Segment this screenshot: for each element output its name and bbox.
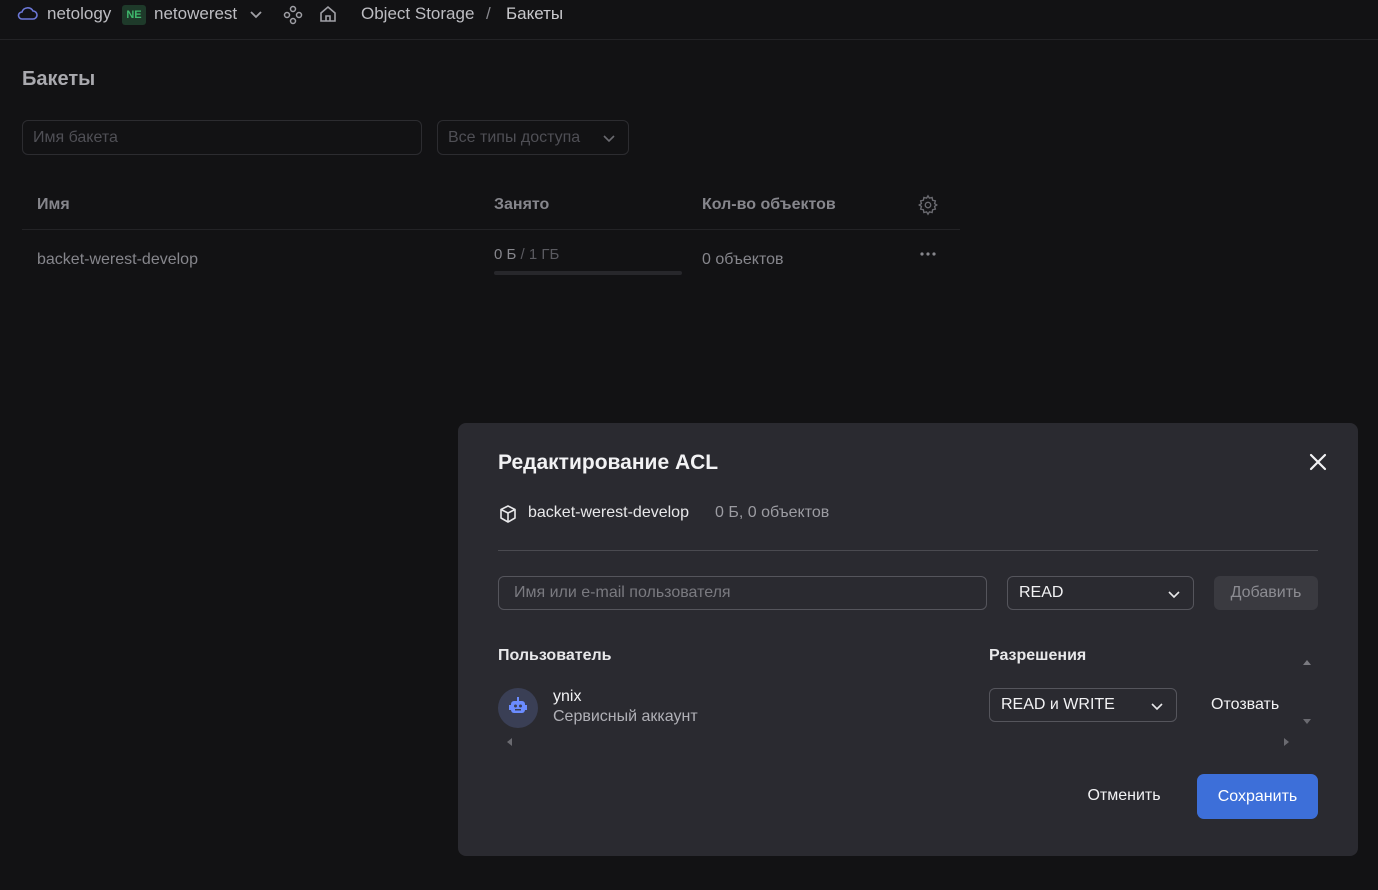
- acl-edit-dialog: Редактирование ACL backet-werest-develop…: [458, 423, 1358, 856]
- table-divider: [22, 229, 960, 230]
- cloud-badge: NE: [122, 5, 146, 25]
- sort-down-icon[interactable]: [1302, 712, 1312, 730]
- more-icon[interactable]: [918, 246, 938, 267]
- scroll-right-icon[interactable]: [1284, 734, 1290, 752]
- org-name[interactable]: netology: [47, 4, 111, 24]
- top-bar: netology NE netowerest Object Storage / …: [0, 0, 1378, 40]
- column-header-permissions: Разрешения: [989, 647, 1087, 664]
- gear-icon[interactable]: [917, 194, 939, 221]
- revoke-button[interactable]: Отозвать: [1211, 696, 1279, 714]
- scroll-left-icon[interactable]: [506, 734, 512, 752]
- bucket-objects-cell: 0 объектов: [702, 251, 784, 268]
- home-icon[interactable]: [318, 4, 338, 24]
- cloud-icon[interactable]: [16, 5, 38, 23]
- chevron-down-icon: [1150, 699, 1164, 718]
- services-icon[interactable]: [283, 5, 303, 25]
- chevron-down-icon: [602, 131, 616, 150]
- acl-permission-value: READ и WRITE: [1001, 696, 1115, 713]
- breadcrumb-object-storage[interactable]: Object Storage: [361, 4, 474, 24]
- breadcrumb-buckets: Бакеты: [506, 4, 564, 23]
- permission-select-value: READ: [1019, 584, 1064, 601]
- quota-value: / 1 ГБ: [516, 246, 560, 263]
- close-icon[interactable]: [1308, 452, 1328, 472]
- dialog-bucket-meta: 0 Б, 0 объектов: [715, 504, 830, 521]
- page-title: Бакеты: [22, 68, 96, 90]
- bucket-used-cell: 0 Б / 1 ГБ: [494, 246, 559, 263]
- dialog-bucket-name: backet-werest-develop: [528, 504, 689, 521]
- used-value: 0 Б: [494, 246, 517, 263]
- column-header-name[interactable]: Имя: [37, 196, 70, 214]
- column-header-user: Пользователь: [498, 647, 612, 664]
- dialog-divider: [498, 550, 1318, 551]
- usage-progress-bar: [494, 271, 682, 275]
- dialog-title: Редактирование ACL: [498, 451, 719, 474]
- save-button[interactable]: Сохранить: [1197, 774, 1318, 819]
- sort-up-icon[interactable]: [1302, 652, 1312, 670]
- breadcrumb-separator: /: [486, 4, 491, 23]
- bucket-search-input[interactable]: [22, 120, 422, 155]
- cloud-name[interactable]: netowerest: [154, 4, 237, 24]
- chevron-down-icon[interactable]: [248, 7, 264, 23]
- chevron-down-icon: [1167, 587, 1181, 606]
- acl-permission-select[interactable]: READ и WRITE: [989, 688, 1177, 722]
- column-header-used[interactable]: Занято: [494, 196, 549, 214]
- robot-icon: [507, 695, 529, 722]
- bucket-icon: [498, 504, 518, 529]
- user-search-input[interactable]: [498, 576, 987, 610]
- avatar: [498, 688, 538, 728]
- bucket-name-cell[interactable]: backet-werest-develop: [37, 251, 198, 269]
- access-type-select-label: Все типы доступа: [448, 128, 581, 146]
- cancel-button[interactable]: Отменить: [1070, 774, 1178, 818]
- acl-user-role: Сервисный аккаунт: [553, 708, 698, 725]
- permission-select[interactable]: READ: [1007, 576, 1194, 610]
- column-header-count[interactable]: Кол-во объектов: [702, 196, 836, 214]
- acl-user-name: ynix: [553, 688, 582, 705]
- add-button[interactable]: Добавить: [1214, 576, 1318, 610]
- access-type-select[interactable]: Все типы доступа: [437, 120, 629, 155]
